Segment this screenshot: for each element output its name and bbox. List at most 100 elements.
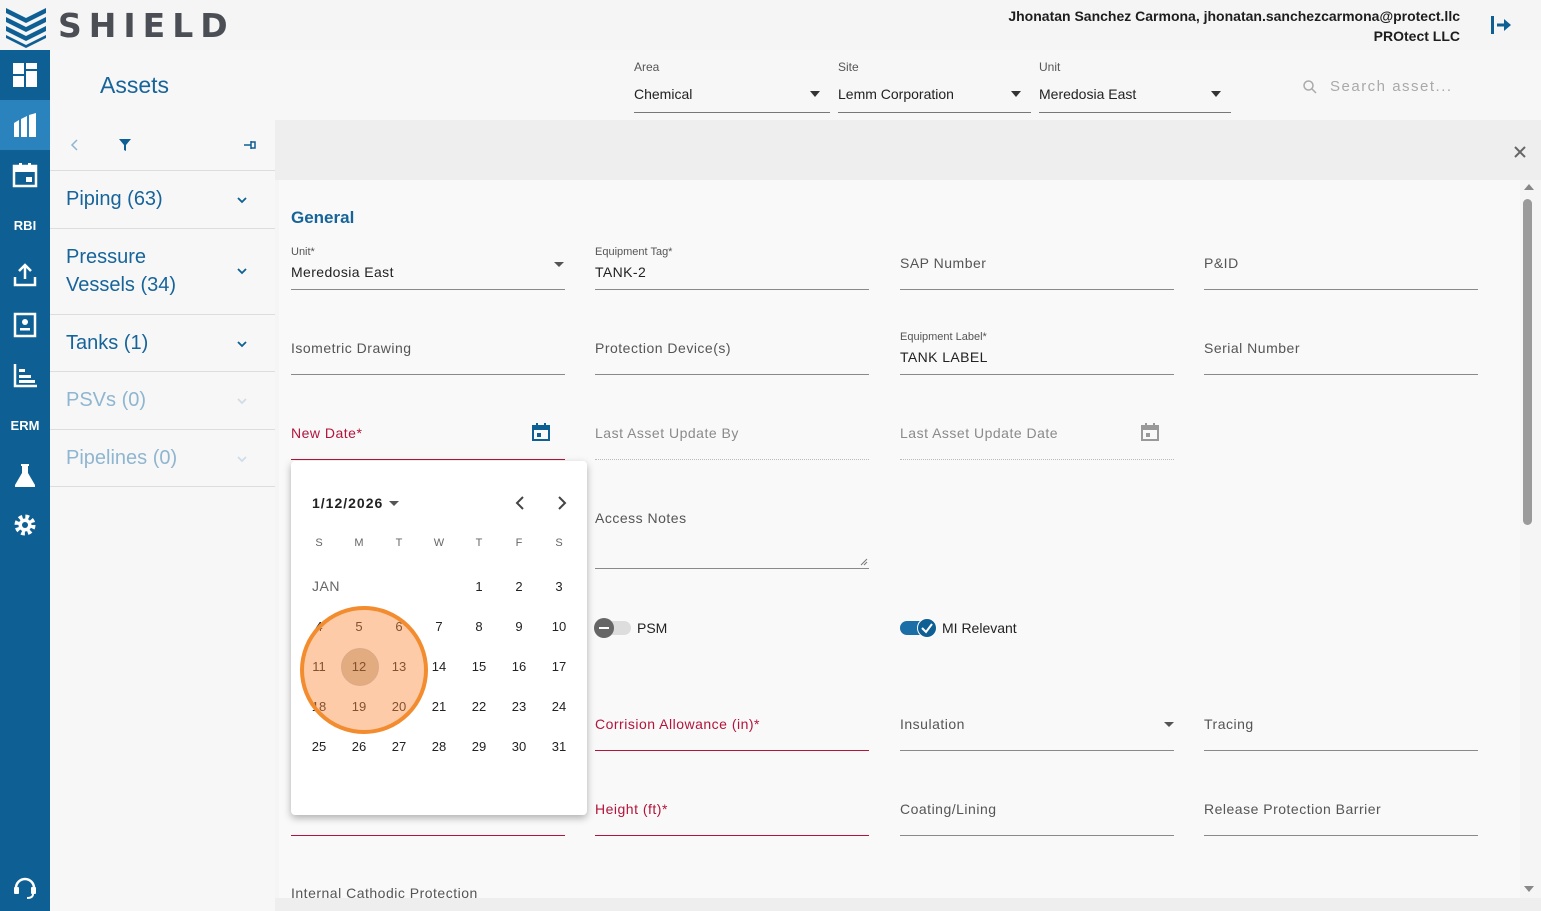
- calendar-nav-icon[interactable]: [0, 150, 50, 200]
- caret-down-icon: [554, 262, 564, 267]
- tracing-field[interactable]: Tracing: [1204, 707, 1478, 751]
- calendar-day[interactable]: 8: [459, 606, 499, 646]
- access-notes-label: Access Notes: [595, 510, 687, 526]
- calendar-day[interactable]: 2: [499, 566, 539, 606]
- category-piping[interactable]: Piping (63): [50, 171, 275, 229]
- calendar-day[interactable]: 21: [419, 686, 459, 726]
- unit-field-value: Meredosia East: [291, 264, 394, 280]
- site-label: Site: [838, 60, 859, 74]
- calendar-day[interactable]: 29: [459, 726, 499, 766]
- calendar-day[interactable]: 1: [459, 566, 499, 606]
- chart-icon[interactable]: [0, 350, 50, 400]
- unit-field[interactable]: Unit* Meredosia East: [291, 246, 565, 290]
- area-value: Chemical: [634, 86, 693, 102]
- calendar-day[interactable]: 18: [299, 686, 339, 726]
- calendar-icon[interactable]: [531, 422, 551, 442]
- category-label: Tanks (1): [66, 332, 149, 354]
- calendar-day[interactable]: 23: [499, 686, 539, 726]
- asset-search: [1302, 75, 1502, 99]
- pin-icon[interactable]: [240, 135, 260, 155]
- equipment-tag-field[interactable]: Equipment Tag* TANK-2: [595, 246, 869, 290]
- support-headset-icon[interactable]: [0, 861, 50, 911]
- scroll-down-icon[interactable]: [1524, 886, 1534, 892]
- resize-handle-icon[interactable]: [860, 558, 868, 566]
- mi-relevant-toggle[interactable]: MI Relevant: [900, 616, 1017, 640]
- coating-field[interactable]: Coating/Lining: [900, 792, 1174, 836]
- calendar-day[interactable]: 25: [299, 726, 339, 766]
- calendar-day[interactable]: 9: [499, 606, 539, 646]
- calendar-day[interactable]: 13: [379, 646, 419, 686]
- calendar-day[interactable]: 7: [419, 606, 459, 646]
- weekday-header: T: [475, 537, 483, 549]
- calendar-day[interactable]: 11: [299, 646, 339, 686]
- calendar-day[interactable]: 31: [539, 726, 579, 766]
- calendar-day[interactable]: 26: [339, 726, 379, 766]
- unit-select[interactable]: Unit Meredosia East: [1039, 60, 1231, 113]
- close-icon[interactable]: [1512, 144, 1528, 160]
- internal-cathodic-field[interactable]: Internal Cathodic Protection: [291, 877, 565, 898]
- serial-number-field[interactable]: Serial Number: [1204, 331, 1478, 375]
- dashboard-icon[interactable]: [0, 50, 50, 100]
- weekday-header: T: [395, 537, 403, 549]
- category-pressure-vessels[interactable]: Pressure Vessels (34): [50, 229, 275, 315]
- calendar-day[interactable]: 22: [459, 686, 499, 726]
- calendar-day[interactable]: 20: [379, 686, 419, 726]
- previous-month-icon[interactable]: [511, 493, 531, 513]
- calendar-day[interactable]: 10: [539, 606, 579, 646]
- isometric-drawing-field[interactable]: Isometric Drawing: [291, 331, 565, 375]
- calendar-day-selected[interactable]: 12: [339, 646, 379, 686]
- rbi-nav[interactable]: RBI: [0, 200, 50, 250]
- corrosion-allowance-field[interactable]: Corrision Allowance (in)*: [595, 707, 869, 751]
- chevron-down-icon: [237, 268, 247, 275]
- pid-field[interactable]: P&ID: [1204, 246, 1478, 290]
- mi-relevant-label: MI Relevant: [942, 620, 1017, 636]
- flask-icon[interactable]: [0, 450, 50, 500]
- calendar-day[interactable]: 6: [379, 606, 419, 646]
- calendar-day[interactable]: 5: [339, 606, 379, 646]
- equipment-label-value: TANK LABEL: [900, 349, 988, 365]
- area-select[interactable]: Area Chemical: [634, 60, 830, 113]
- current-date: 1/12/2026: [312, 495, 384, 511]
- logout-icon[interactable]: [1488, 12, 1514, 38]
- calendar-day[interactable]: 16: [499, 646, 539, 686]
- check-icon: [917, 618, 937, 638]
- scroll-thumb[interactable]: [1523, 199, 1532, 525]
- sap-number-placeholder: SAP Number: [900, 255, 987, 271]
- filter-icon[interactable]: [115, 135, 135, 155]
- insulation-select[interactable]: Insulation: [900, 707, 1174, 751]
- month-year-selector[interactable]: 1/12/2026: [312, 495, 400, 511]
- new-date-field[interactable]: New Date*: [291, 416, 565, 460]
- calendar-day[interactable]: 17: [539, 646, 579, 686]
- calendar-day[interactable]: 3: [539, 566, 579, 606]
- psm-toggle[interactable]: PSM: [594, 616, 667, 640]
- calendar-day[interactable]: 4: [299, 606, 339, 646]
- height-field[interactable]: Height (ft)*: [595, 792, 869, 836]
- next-month-icon[interactable]: [551, 493, 571, 513]
- form-scrollbar[interactable]: [1520, 180, 1537, 898]
- release-barrier-field[interactable]: Release Protection Barrier: [1204, 792, 1478, 836]
- caret-down-icon: [810, 91, 820, 97]
- equipment-label-label: Equipment Label*: [900, 331, 987, 343]
- scroll-up-icon[interactable]: [1524, 184, 1534, 190]
- search-input[interactable]: [1330, 75, 1500, 97]
- equipment-label-field[interactable]: Equipment Label* TANK LABEL: [900, 331, 1174, 375]
- assets-icon[interactable]: [0, 100, 50, 150]
- calendar-day[interactable]: 15: [459, 646, 499, 686]
- calendar-day[interactable]: 30: [499, 726, 539, 766]
- calendar-day[interactable]: 28: [419, 726, 459, 766]
- category-tanks[interactable]: Tanks (1): [50, 315, 275, 372]
- calendar-day[interactable]: 27: [379, 726, 419, 766]
- sap-number-field[interactable]: SAP Number: [900, 246, 1174, 290]
- chevron-left-icon[interactable]: [65, 135, 85, 155]
- calendar-day[interactable]: 19: [339, 686, 379, 726]
- upload-icon[interactable]: [0, 250, 50, 300]
- month-label: JAN: [312, 578, 340, 594]
- calendar-day[interactable]: 14: [419, 646, 459, 686]
- settings-gear-icon[interactable]: [0, 500, 50, 550]
- report-icon[interactable]: [0, 300, 50, 350]
- site-select[interactable]: Site Lemm Corporation: [838, 60, 1031, 113]
- erm-nav[interactable]: ERM: [0, 400, 50, 450]
- calendar-day[interactable]: 24: [539, 686, 579, 726]
- access-notes-field[interactable]: Access Notes: [595, 501, 869, 569]
- protection-devices-field[interactable]: Protection Device(s): [595, 331, 869, 375]
